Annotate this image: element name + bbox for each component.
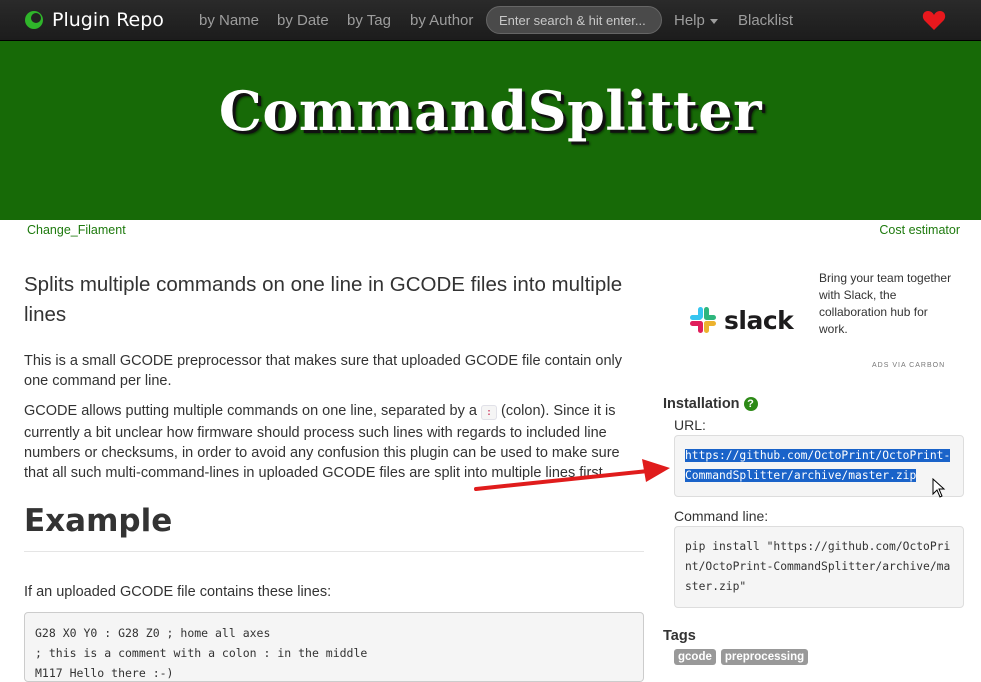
octoprint-logo-icon: [25, 11, 43, 29]
slack-wordmark: slack: [724, 305, 794, 335]
nav-by-author[interactable]: by Author: [410, 12, 473, 29]
next-plugin-link[interactable]: Cost estimator: [879, 223, 960, 237]
mouse-cursor-icon: [932, 478, 946, 498]
code-line: ; this is a comment with a colon : in th…: [35, 646, 368, 660]
nav-help-dropdown[interactable]: Help: [674, 12, 718, 29]
example-code-block: G28 X0 Y0 : G28 Z0 ; home all axes ; thi…: [24, 612, 644, 682]
hero-banner: CommandSplitter: [0, 41, 981, 220]
command-line-label: Command line:: [674, 508, 769, 524]
help-icon[interactable]: ?: [743, 397, 758, 411]
slack-logo-icon: [690, 307, 716, 333]
pip-command[interactable]: pip install "https://github.com/OctoPrin…: [685, 540, 950, 593]
code-line: G28 X0 Y0 : G28 Z0 ; home all axes: [35, 626, 271, 640]
installation-heading: Installation?: [663, 396, 758, 412]
intro-paragraph: This is a small GCODE preprocessor that …: [24, 353, 622, 389]
plugin-description: Splits multiple commands on one line in …: [24, 273, 623, 326]
code-line: M117 Hello there :-): [35, 666, 174, 680]
colon-code: :: [480, 405, 498, 420]
url-label: URL:: [674, 417, 706, 433]
ads-via-carbon[interactable]: ADS VIA CARBON: [872, 362, 945, 369]
nav-blacklist[interactable]: Blacklist: [738, 12, 793, 29]
navbar: Plugin Repo by Name by Date by Tag by Au…: [0, 0, 981, 41]
prev-plugin-link[interactable]: Change_Filament: [27, 223, 126, 237]
nav-by-tag[interactable]: by Tag: [347, 12, 391, 29]
install-url-box[interactable]: https://github.com/OctoPrint/OctoPrint-C…: [674, 435, 964, 497]
brand-text: Plugin Repo: [52, 9, 164, 31]
nav-by-name[interactable]: by Name: [199, 12, 259, 29]
heart-icon[interactable]: [922, 9, 946, 31]
nav-help-label: Help: [674, 12, 705, 29]
brand-link[interactable]: Plugin Repo: [24, 7, 164, 33]
carbon-ad[interactable]: slack Bring your team together with Slac…: [688, 270, 968, 380]
install-url[interactable]: https://github.com/OctoPrint/OctoPrint-C…: [685, 449, 951, 482]
installation-label: Installation: [663, 396, 740, 412]
tags-heading: Tags: [663, 628, 696, 644]
tag-gcode[interactable]: gcode: [674, 649, 716, 665]
main-content: Splits multiple commands on one line in …: [24, 270, 644, 682]
tag-preprocessing[interactable]: preprocessing: [720, 649, 809, 665]
pip-command-box[interactable]: pip install "https://github.com/OctoPrin…: [674, 526, 964, 608]
example-intro: If an uploaded GCODE file contains these…: [24, 584, 332, 600]
detail-text-before: GCODE allows putting multiple commands o…: [24, 403, 481, 419]
nav-by-date[interactable]: by Date: [277, 12, 329, 29]
slack-logo[interactable]: slack: [688, 305, 794, 335]
example-heading: Example: [24, 503, 644, 552]
ad-text[interactable]: Bring your team together with Slack, the…: [819, 270, 954, 338]
search-input[interactable]: [486, 6, 662, 34]
chevron-down-icon: [709, 18, 718, 24]
tag-list: gcode preprocessing: [674, 649, 809, 665]
detail-paragraph: GCODE allows putting multiple commands o…: [24, 401, 644, 483]
plugin-title: CommandSplitter: [218, 79, 763, 143]
